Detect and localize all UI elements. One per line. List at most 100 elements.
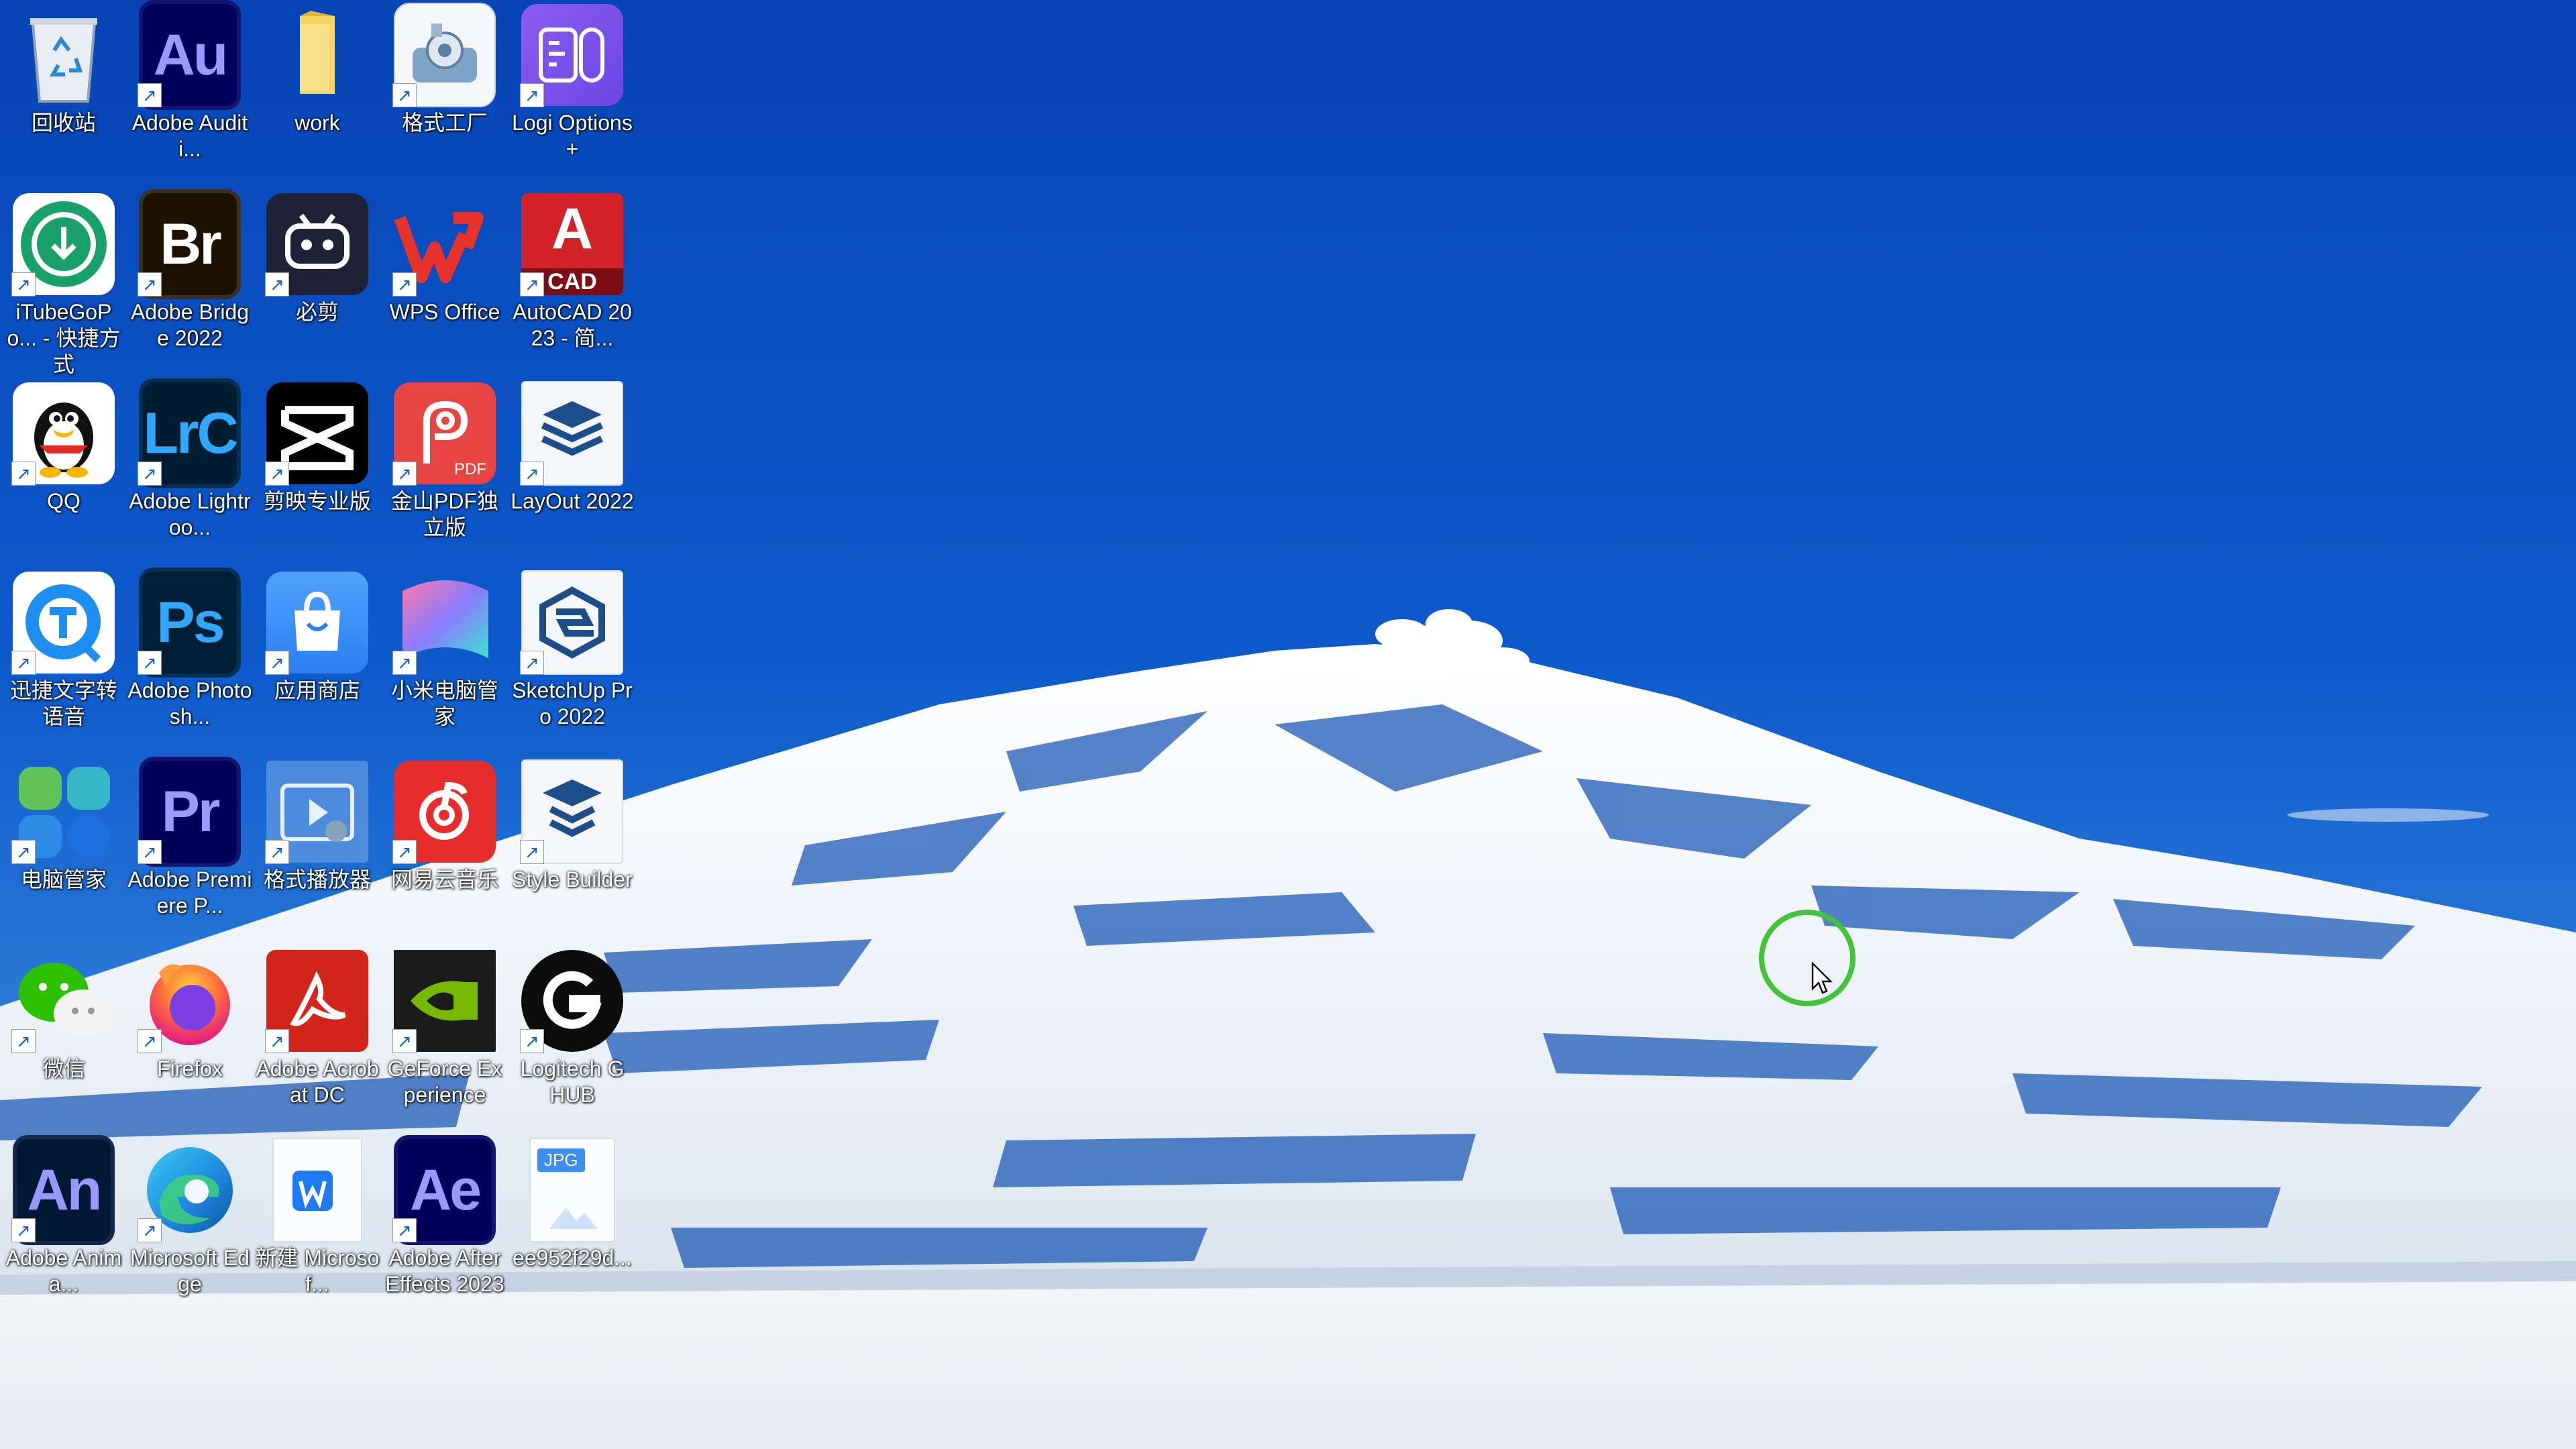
- desktop-icon-adobe-premiere[interactable]: Pr ↗ Adobe Premiere P...: [126, 757, 254, 946]
- desktop-icon-adobe-after-effects[interactable]: Ae ↗ Adobe After Effects 2023: [381, 1135, 508, 1324]
- shortcut-arrow-icon: ↗: [11, 651, 36, 675]
- desktop-icon-wps-office[interactable]: ↗ WPS Office: [381, 189, 508, 378]
- shortcut-arrow-icon: ↗: [138, 83, 162, 107]
- desktop-icon-format-factory[interactable]: ↗ 格式工厂: [381, 0, 508, 189]
- desktop-icon-adobe-acrobat[interactable]: ↗ Adobe Acrobat DC: [254, 946, 381, 1135]
- shortcut-arrow-icon: ↗: [392, 1029, 417, 1053]
- desktop-icon-word-document[interactable]: 新建 Microsof...: [254, 1135, 381, 1324]
- shortcut-arrow-icon: ↗: [138, 840, 162, 864]
- desktop-icon-app-store[interactable]: ↗ 应用商店: [254, 568, 381, 757]
- firefox-icon: ↗: [138, 950, 241, 1053]
- desktop-icon-adobe-lightroom-classic[interactable]: LrC ↗ Adobe Lightroo...: [126, 378, 254, 568]
- desktop-icon-kingsoft-pdf[interactable]: PDF ↗ 金山PDF独立版: [381, 378, 508, 568]
- shortcut-arrow-icon: ↗: [520, 651, 544, 675]
- desktop-icon-qq[interactable]: ↗ QQ: [0, 378, 127, 568]
- icon-badge-text: JPG: [537, 1148, 585, 1172]
- desktop-icon-label: 网易云音乐: [390, 867, 498, 892]
- icon-glyph-text: Br: [160, 211, 222, 276]
- desktop-icon-folder[interactable]: work: [254, 0, 381, 189]
- desktop-icon-label: 格式播放器: [263, 867, 371, 892]
- shortcut-arrow-icon: ↗: [520, 83, 544, 107]
- desktop-icon-label: Adobe Anima...: [5, 1246, 122, 1296]
- desktop-icon-label: Adobe Acrobat DC: [256, 1057, 379, 1107]
- adobe-photoshop-icon: Ps ↗: [138, 568, 241, 678]
- desktop-icon-firefox[interactable]: ↗ Firefox: [126, 946, 254, 1135]
- shortcut-arrow-icon: ↗: [265, 272, 289, 297]
- desktop-icon-geforce-experience[interactable]: ↗ GeForce Experience: [381, 946, 508, 1135]
- desktop-icon-sketchup[interactable]: ↗ SketchUp Pro 2022: [508, 568, 636, 757]
- format-factory-icon: ↗: [392, 3, 496, 107]
- qq-icon: ↗: [11, 382, 115, 486]
- icon-glyph-text: Ae: [410, 1157, 482, 1222]
- desktop-icon-pc-manager[interactable]: ↗ 电脑管家: [0, 757, 127, 946]
- desktop-icon-label: 应用商店: [274, 678, 360, 702]
- desktop-icon-style-builder[interactable]: ↗ Style Builder: [508, 757, 636, 946]
- desktop-icon-adobe-animate[interactable]: An ↗ Adobe Anima...: [0, 1135, 127, 1324]
- desktop-icon-xiaomi-pc-manager[interactable]: ↗ 小米电脑管家: [381, 568, 508, 757]
- logitech-ghub-icon: ↗: [520, 950, 623, 1053]
- shortcut-arrow-icon: ↗: [265, 1029, 289, 1053]
- autocad-icon: A CAD ↗: [520, 193, 623, 297]
- desktop-icon-label: 剪映专业版: [263, 489, 371, 513]
- desktop-icon-bijian[interactable]: ↗ 必剪: [254, 189, 381, 378]
- desktop-icon-label: Logitech G HUB: [520, 1057, 625, 1107]
- desktop-icon-adobe-bridge[interactable]: Br ↗ Adobe Bridge 2022: [126, 189, 254, 378]
- edge-icon: ↗: [138, 1139, 241, 1242]
- icon-glyph-text: Au: [153, 22, 229, 87]
- desktop-icon-format-player[interactable]: ↗ 格式播放器: [254, 757, 381, 946]
- shortcut-arrow-icon: ↗: [11, 1218, 36, 1242]
- desktop-icon-edge[interactable]: ↗ Microsoft Edge: [126, 1135, 254, 1324]
- desktop[interactable]: 回收站 Au ↗ Adobe Auditi... work ↗ 格式工厂 ↗ Logi Opti…: [0, 0, 2576, 1449]
- icon-glyph-text: An: [27, 1157, 103, 1222]
- adobe-bridge-icon: Br ↗: [138, 189, 241, 299]
- desktop-icon-label: Microsoft Edge: [130, 1246, 250, 1296]
- desktop-icon-autocad[interactable]: A CAD ↗ AutoCAD 2023 - 简...: [508, 189, 636, 378]
- shortcut-arrow-icon: ↗: [11, 840, 36, 864]
- adobe-acrobat-icon: ↗: [265, 950, 368, 1053]
- desktop-icon-adobe-photoshop[interactable]: Ps ↗ Adobe Photosh...: [126, 568, 254, 757]
- jpg-file-icon: JPG: [521, 1138, 623, 1242]
- shortcut-arrow-icon: ↗: [138, 462, 162, 486]
- layout-icon: ↗: [520, 381, 623, 486]
- adobe-animate-icon: An ↗: [11, 1135, 115, 1245]
- capcut-icon: ↗: [265, 382, 368, 486]
- shortcut-arrow-icon: ↗: [520, 272, 544, 297]
- desktop-icon-logitech-ghub[interactable]: ↗ Logitech G HUB: [508, 946, 636, 1135]
- icon-glyph-text: A: [551, 197, 594, 261]
- app-store-icon: ↗: [265, 572, 368, 675]
- wps-office-icon: ↗: [392, 193, 496, 297]
- bijian-icon: ↗: [265, 193, 368, 297]
- desktop-icon-layout[interactable]: ↗ LayOut 2022: [508, 378, 636, 568]
- desktop-icon-itubego[interactable]: ↗ iTubeGoPo... - 快捷方式: [0, 189, 127, 378]
- wechat-icon: ↗: [11, 950, 115, 1053]
- desktop-icon-label: 回收站: [31, 111, 96, 135]
- shortcut-arrow-icon: ↗: [392, 840, 417, 864]
- adobe-after-effects-icon: Ae ↗: [392, 1135, 496, 1245]
- desktop-icon-label: SketchUp Pro 2022: [512, 678, 633, 729]
- desktop-icon-jpg-file[interactable]: JPG ee952f29d...: [508, 1135, 636, 1324]
- desktop-icon-label: Adobe Photosh...: [127, 678, 252, 729]
- desktop-icon-label: work: [294, 111, 340, 135]
- desktop-icon-label: GeForce Experience: [387, 1057, 502, 1107]
- shortcut-arrow-icon: ↗: [11, 272, 36, 297]
- desktop-icon-adobe-audition[interactable]: Au ↗ Adobe Auditi...: [126, 0, 254, 189]
- shortcut-arrow-icon: ↗: [138, 272, 162, 297]
- desktop-icon-capcut[interactable]: ↗ 剪映专业版: [254, 378, 381, 568]
- desktop-icon-label: ee952f29d...: [513, 1246, 632, 1270]
- desktop-icon-logi-options[interactable]: ↗ Logi Options+: [508, 0, 636, 189]
- shortcut-arrow-icon: ↗: [520, 1029, 544, 1053]
- desktop-icon-label: Adobe Premiere P...: [127, 867, 252, 918]
- desktop-icon-label: iTubeGoPo... - 快捷方式: [7, 300, 121, 376]
- itubego-icon: ↗: [11, 193, 115, 297]
- desktop-icon-recycle-bin[interactable]: 回收站: [0, 0, 127, 189]
- desktop-icon-xunjie-tts[interactable]: ↗ 迅捷文字转语音: [0, 568, 127, 757]
- desktop-icon-netease-music[interactable]: ↗ 网易云音乐: [381, 757, 508, 946]
- shortcut-arrow-icon: ↗: [392, 272, 417, 297]
- shortcut-arrow-icon: ↗: [392, 83, 417, 107]
- adobe-audition-icon: Au ↗: [138, 0, 241, 110]
- style-builder-icon: ↗: [520, 759, 623, 864]
- desktop-icon-label: 格式工厂: [401, 111, 488, 135]
- desktop-icon-label: 金山PDF独立版: [390, 489, 498, 539]
- desktop-icon-wechat[interactable]: ↗ 微信: [0, 946, 127, 1135]
- icon-badge-text: PDF: [454, 460, 486, 478]
